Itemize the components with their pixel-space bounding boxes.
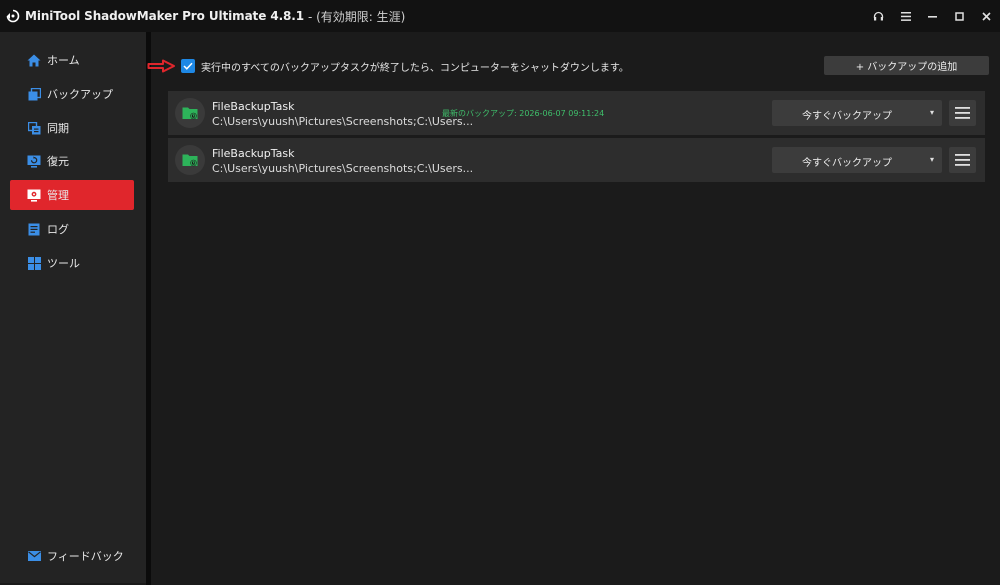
close-icon[interactable] [973, 0, 1000, 32]
feedback-label: フィードバック [47, 550, 124, 563]
sidebar-item-label: ログ [47, 223, 69, 236]
maximize-icon[interactable] [946, 0, 973, 32]
sidebar-item-tools[interactable]: ツール [10, 248, 134, 278]
folder-backup-icon [175, 98, 205, 128]
window-edition: - (有効期限: 生涯) [307, 9, 406, 24]
task-last-backup: 最新のバックアップ: 2026-06-07 09:11:24 [442, 109, 605, 118]
red-arrow-annotation-icon [147, 59, 175, 73]
log-icon [26, 221, 42, 237]
task-card: FileBackupTask C:\Users\yuush\Pictures\S… [168, 91, 985, 135]
feedback-button[interactable]: フィードバック [10, 541, 134, 571]
sidebar-item-manage[interactable]: 管理 [10, 180, 134, 210]
tools-icon [26, 255, 42, 271]
checkmark-icon [183, 62, 193, 70]
backup-now-label: 今すぐバックアップ [802, 158, 892, 169]
task-name: FileBackupTask [212, 147, 295, 160]
backup-icon [26, 86, 42, 102]
shutdown-checkbox[interactable] [181, 59, 195, 73]
sidebar-item-sync[interactable]: 同期 [10, 113, 134, 143]
task-path: C:\Users\yuush\Pictures\Screenshots;C:\U… [212, 115, 474, 128]
task-name: FileBackupTask [212, 100, 295, 113]
sidebar-item-label: バックアップ [47, 88, 113, 101]
shutdown-label: 実行中のすべてのバックアップタスクが終了したら、コンピューターをシャットダウンし… [201, 63, 629, 74]
hamburger-icon [955, 154, 970, 166]
home-icon [26, 52, 42, 68]
minimize-icon[interactable] [919, 0, 946, 32]
main-panel: 実行中のすべてのバックアップタスクが終了したら、コンピューターをシャットダウンし… [147, 32, 1000, 585]
title-bar: MiniTool ShadowMaker Pro Ultimate 4.8.1 … [0, 0, 1000, 32]
folder-backup-icon [175, 145, 205, 175]
restore-icon [26, 153, 42, 169]
menu-icon[interactable] [892, 0, 919, 32]
sidebar-item-label: 管理 [47, 189, 69, 202]
backup-now-label: 今すぐバックアップ [802, 111, 892, 122]
app-logo-icon [6, 9, 20, 23]
sidebar-item-label: 復元 [47, 155, 69, 168]
backup-now-button[interactable]: 今すぐバックアップ ▾ [772, 147, 942, 173]
backup-now-button[interactable]: 今すぐバックアップ ▾ [772, 100, 942, 126]
headset-icon[interactable] [865, 0, 892, 32]
task-card: FileBackupTask C:\Users\yuush\Pictures\S… [168, 138, 985, 182]
sidebar-item-label: ツール [47, 257, 80, 270]
sidebar-item-label: 同期 [47, 122, 69, 135]
sidebar-item-label: ホーム [47, 54, 80, 67]
chevron-down-icon[interactable]: ▾ [930, 155, 934, 164]
task-menu-button[interactable] [949, 100, 976, 126]
window-title: MiniTool ShadowMaker Pro Ultimate 4.8.1 [25, 9, 304, 23]
sidebar-item-log[interactable]: ログ [10, 214, 134, 244]
chevron-down-icon[interactable]: ▾ [930, 108, 934, 117]
manage-icon [26, 187, 42, 203]
window-controls [865, 0, 1000, 32]
sidebar: ホーム バックアップ 同期 復元 管理 ログ ツール フィードバック [0, 32, 146, 583]
mail-icon [26, 548, 42, 564]
task-menu-button[interactable] [949, 147, 976, 173]
sidebar-item-backup[interactable]: バックアップ [10, 79, 134, 109]
add-backup-button[interactable]: + バックアップの追加 [824, 56, 989, 75]
sync-icon [26, 120, 42, 136]
sidebar-item-restore[interactable]: 復元 [10, 146, 134, 176]
hamburger-icon [955, 107, 970, 119]
sidebar-item-home[interactable]: ホーム [10, 45, 134, 75]
task-path: C:\Users\yuush\Pictures\Screenshots;C:\U… [212, 162, 474, 175]
